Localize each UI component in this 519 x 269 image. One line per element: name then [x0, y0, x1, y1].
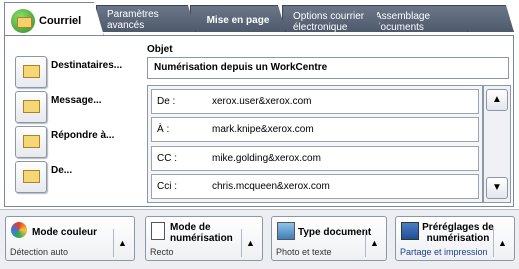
- message-button[interactable]: Message...: [15, 91, 135, 125]
- main-panel: Destinataires... Message... Répondre à..…: [4, 35, 514, 207]
- message-icon: [15, 91, 47, 123]
- subject-label: Objet: [147, 44, 173, 55]
- bottom-feature-bar: Mode couleur Détection auto ▲ Mode de nu…: [0, 209, 519, 269]
- color-mode-button[interactable]: Mode couleur Détection auto ▲: [5, 216, 135, 261]
- de-button[interactable]: De...: [15, 161, 135, 195]
- color-mode-icon: [11, 222, 27, 238]
- list-item[interactable]: Cci : chris.mcqueen&xerox.com: [151, 174, 479, 199]
- list-item[interactable]: CC : mike.golding&xerox.com: [151, 146, 479, 171]
- subject-field[interactable]: Numérisation depuis un WorkCentre: [147, 57, 509, 79]
- recipients-icon: [15, 56, 47, 88]
- scan-presets-button[interactable]: Préréglages de numérisation Partage et i…: [395, 216, 515, 261]
- destinataires-button[interactable]: Destinataires...: [15, 56, 135, 90]
- scroll-down-button[interactable]: ▼: [486, 177, 508, 199]
- email-icon: [11, 9, 35, 33]
- tab-courriel[interactable]: Courriel: [4, 2, 104, 36]
- tab-mise-en-page[interactable]: Mise en page: [190, 5, 286, 32]
- list-scrollbar[interactable]: ▲ ▼: [483, 85, 511, 203]
- tab-parametres-avances[interactable]: Paramètres avancés: [96, 5, 196, 32]
- tab-bar: Assemblage documents Options courrier él…: [0, 0, 519, 36]
- tab-assemblage-documents[interactable]: Assemblage documents: [368, 5, 468, 32]
- reply-icon: [15, 126, 47, 158]
- chevron-up-icon: ▲: [113, 229, 131, 257]
- list-item[interactable]: À : mark.knipe&xerox.com: [151, 117, 479, 142]
- chevron-up-icon: ▲: [493, 229, 511, 257]
- scroll-up-button[interactable]: ▲: [486, 89, 508, 111]
- scan-mode-button[interactable]: Mode de numérisation Recto ▲: [145, 216, 263, 261]
- chevron-up-icon: ▲: [241, 229, 259, 257]
- scan-mode-icon: [151, 222, 165, 240]
- scan-presets-icon: [401, 222, 419, 240]
- recipient-list: De : xerox.user&xerox.com À : mark.knipe…: [147, 85, 483, 203]
- chevron-up-icon: ▲: [365, 229, 383, 257]
- document-type-icon: [277, 222, 295, 240]
- list-item[interactable]: De : xerox.user&xerox.com: [151, 89, 479, 114]
- repondre-a-button[interactable]: Répondre à...: [15, 126, 135, 160]
- from-icon: [15, 161, 47, 193]
- tab-options-courrier[interactable]: Options courrier électronique: [282, 5, 382, 32]
- document-type-button[interactable]: Type document Photo et texte ▲: [271, 216, 387, 261]
